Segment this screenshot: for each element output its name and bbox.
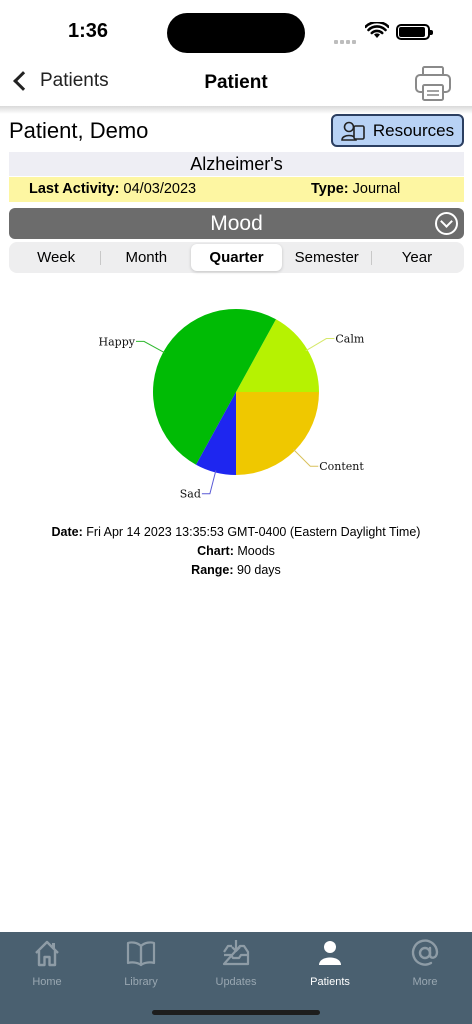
tab-updates[interactable]: Updates	[189, 938, 283, 988]
chart-label: Chart:	[197, 544, 234, 558]
last-activity: Last Activity: 04/03/2023	[29, 177, 196, 202]
activity-bar: Last Activity: 04/03/2023 Type: Journal	[9, 177, 464, 202]
pie-label-calm: Calm	[335, 333, 364, 346]
home-indicator	[152, 1010, 320, 1015]
type-label: Type:	[311, 181, 349, 197]
wifi-icon	[365, 22, 389, 38]
printer-icon[interactable]	[413, 65, 453, 103]
tab-library[interactable]: Library	[94, 938, 188, 988]
inbox-icon	[222, 940, 250, 966]
resources-label: Resources	[372, 120, 455, 140]
pie-label-happy: Happy	[99, 335, 136, 348]
status-bar: 1:36	[0, 0, 472, 60]
tab-library-label: Library	[124, 976, 158, 988]
chart-value: Moods	[237, 544, 275, 558]
chart-meta: Date: Fri Apr 14 2023 13:35:53 GMT-0400 …	[0, 523, 472, 580]
period-tab-year[interactable]: Year	[372, 244, 462, 271]
tab-more-label: More	[412, 976, 438, 988]
activity-type: Type: Journal	[311, 177, 400, 202]
period-segmented-control: Week Month Quarter Semester Year	[9, 242, 464, 273]
tab-updates-label: Updates	[215, 976, 257, 988]
tab-home[interactable]: Home	[0, 938, 94, 988]
chevron-down-circle-icon[interactable]	[435, 212, 458, 235]
book-icon	[126, 941, 156, 967]
page-title: Patient	[204, 72, 268, 93]
mood-pie-chart: Calm Happy Sad Content	[99, 309, 365, 501]
at-icon	[411, 939, 439, 966]
tab-home-label: Home	[32, 976, 62, 988]
date-label: Date:	[51, 525, 83, 539]
battery-icon	[396, 24, 433, 40]
range-line: Range: 90 days	[0, 561, 472, 580]
nav-divider	[0, 106, 472, 114]
mood-section-header[interactable]: Mood	[9, 208, 464, 239]
pie-label-sad: Sad	[180, 488, 201, 501]
last-activity-label: Last Activity:	[29, 181, 120, 197]
person-card-icon	[341, 121, 365, 141]
person-icon	[319, 941, 341, 965]
dynamic-island	[167, 13, 305, 53]
type-value: Journal	[352, 181, 401, 197]
resources-button[interactable]: Resources	[331, 114, 464, 147]
period-tab-month[interactable]: Month	[101, 244, 191, 271]
pie-label-content: Content	[319, 460, 364, 473]
patient-name: Patient, Demo	[9, 118, 149, 143]
condition-banner: Alzheimer's	[9, 152, 464, 176]
date-line: Date: Fri Apr 14 2023 13:35:53 GMT-0400 …	[0, 523, 472, 542]
period-tab-semester[interactable]: Semester	[282, 244, 373, 271]
range-label: Range:	[191, 563, 234, 577]
tab-patients[interactable]: Patients	[283, 938, 377, 988]
last-activity-value: 04/03/2023	[123, 181, 197, 197]
period-tab-week[interactable]: Week	[11, 244, 102, 271]
range-value: 90 days	[237, 563, 281, 577]
tab-more[interactable]: More	[378, 938, 472, 988]
cellular-signal-icon	[334, 31, 358, 49]
status-time: 1:36	[68, 20, 109, 42]
period-tab-quarter[interactable]: Quarter	[191, 244, 282, 271]
home-icon	[35, 940, 59, 967]
chart-line: Chart: Moods	[0, 542, 472, 561]
leader-line-happy	[135, 340, 166, 354]
navigation-bar: Patients Patient	[0, 60, 472, 106]
mood-title: Mood	[210, 212, 263, 235]
leader-line-sad	[201, 470, 217, 495]
tab-patients-label: Patients	[310, 976, 350, 988]
leader-line-calm	[305, 338, 335, 352]
leader-line-content	[292, 448, 319, 467]
date-value: Fri Apr 14 2023 13:35:53 GMT-0400 (Easte…	[86, 525, 421, 539]
